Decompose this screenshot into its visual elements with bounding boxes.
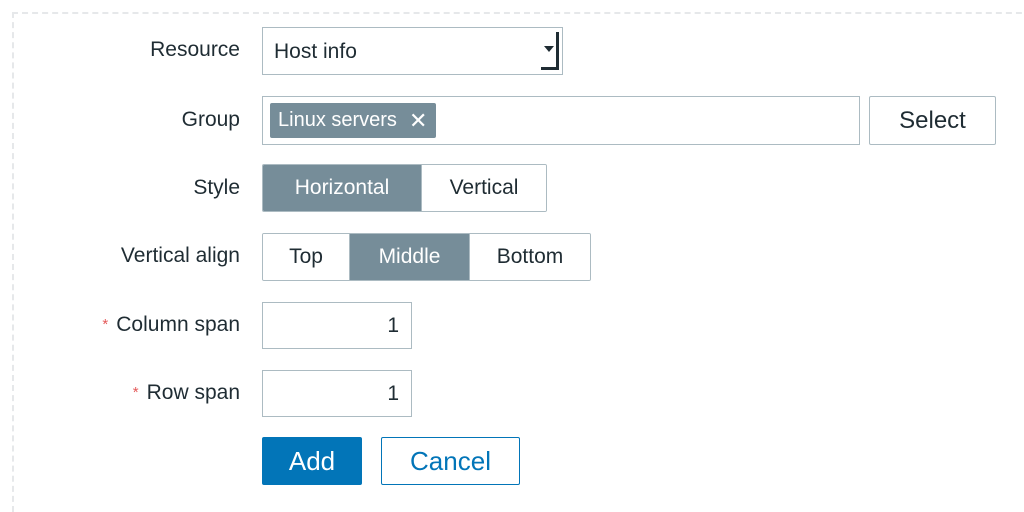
column-span-input[interactable]: 1 xyxy=(262,302,412,349)
group-tag-linux-servers: Linux servers ✕ xyxy=(270,103,437,138)
valign-option-middle[interactable]: Middle xyxy=(350,234,470,280)
resource-label: Resource xyxy=(150,38,240,61)
group-select-button[interactable]: Select xyxy=(869,96,996,145)
row-span-input[interactable]: 1 xyxy=(262,370,412,417)
row-span-label: * Row span xyxy=(133,381,240,405)
add-button[interactable]: Add xyxy=(262,437,362,485)
resource-select[interactable]: Host info xyxy=(262,27,563,75)
required-asterisk: * xyxy=(132,384,139,401)
column-span-label-text: Column span xyxy=(116,313,240,336)
valign-option-bottom[interactable]: Bottom xyxy=(470,234,590,280)
valign-option-top[interactable]: Top xyxy=(263,234,350,280)
required-asterisk: * xyxy=(102,316,109,333)
style-segmented-control: Horizontal Vertical xyxy=(262,164,547,212)
row-span-label-text: Row span xyxy=(146,381,240,404)
group-multiselect[interactable]: Linux servers ✕ xyxy=(262,96,860,145)
group-tag-label: Linux servers xyxy=(278,109,397,131)
cancel-button[interactable]: Cancel xyxy=(381,437,520,485)
close-icon[interactable]: ✕ xyxy=(409,108,427,134)
column-span-label: * Column span xyxy=(102,313,240,337)
style-option-horizontal[interactable]: Horizontal xyxy=(263,165,422,211)
group-label: Group xyxy=(181,108,240,131)
vertical-align-label: Vertical align xyxy=(120,244,240,267)
style-label: Style xyxy=(193,176,240,199)
vertical-align-segmented-control: Top Middle Bottom xyxy=(262,233,591,281)
resource-select-value: Host info xyxy=(274,40,357,63)
style-option-vertical[interactable]: Vertical xyxy=(422,165,546,211)
chevron-down-icon xyxy=(541,32,559,70)
